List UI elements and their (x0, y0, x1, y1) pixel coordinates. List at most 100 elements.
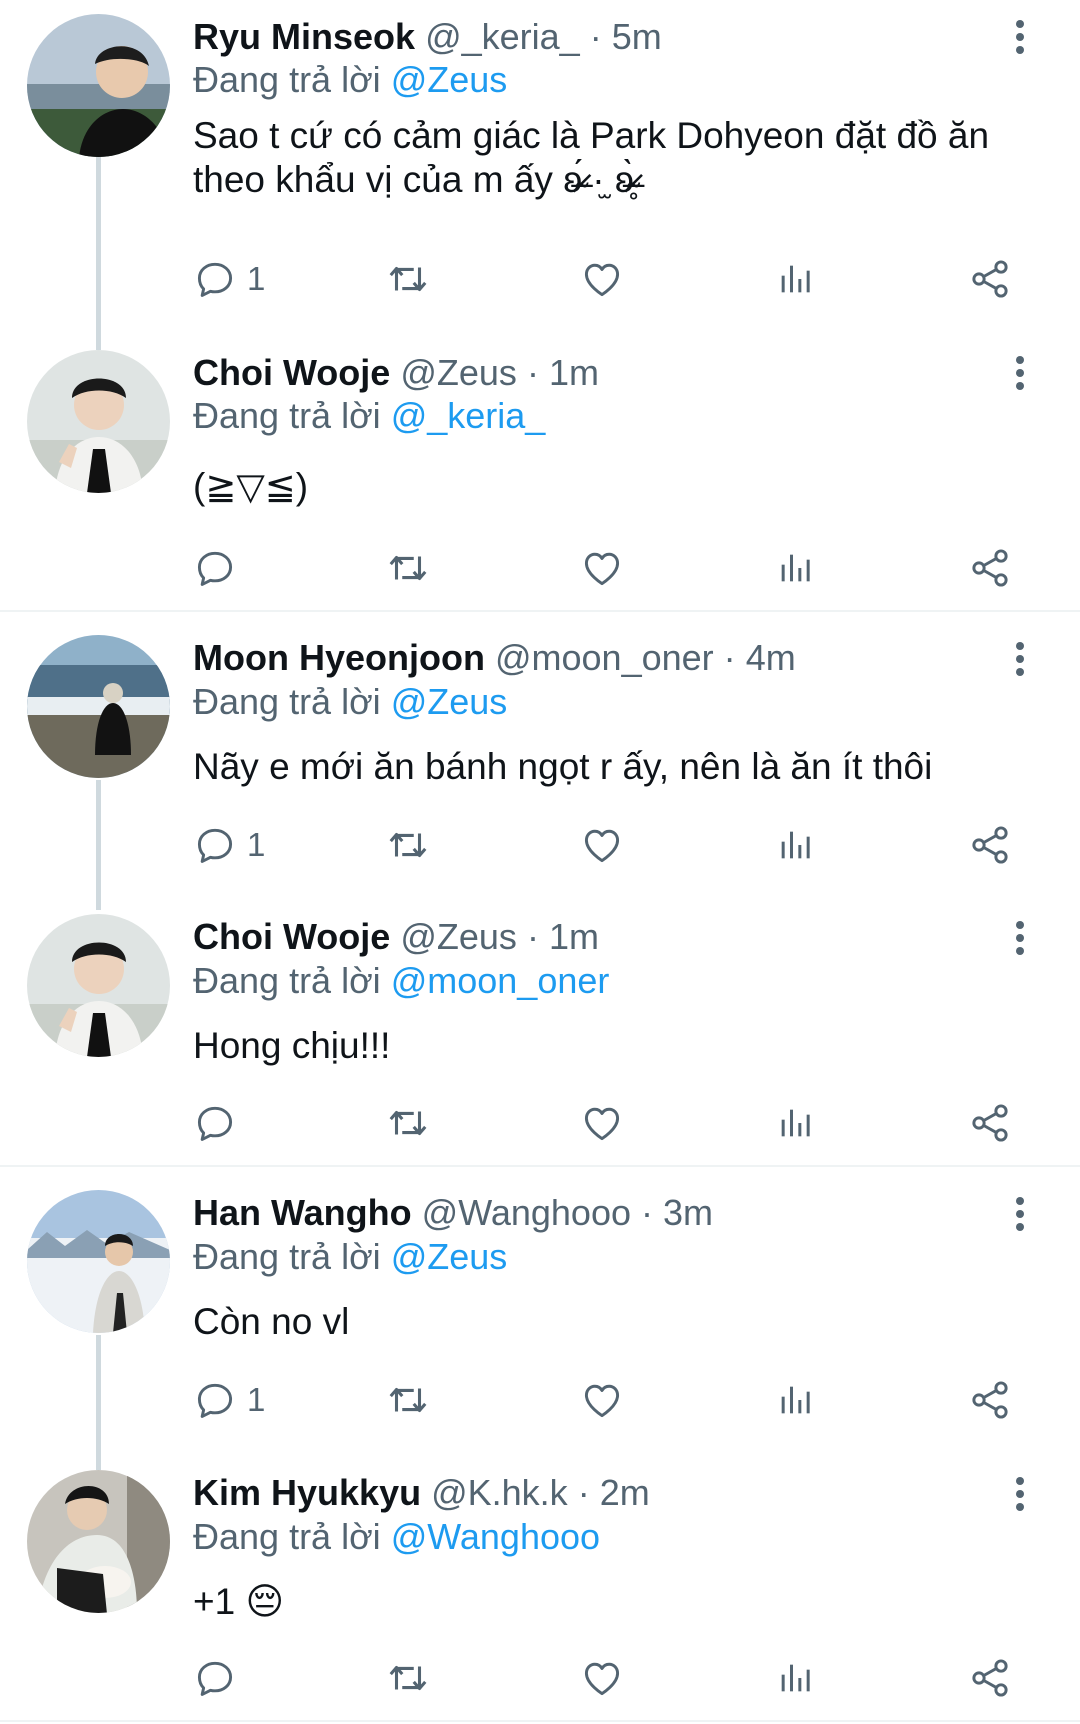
avatar[interactable] (27, 14, 170, 157)
reply-button[interactable] (193, 1653, 247, 1703)
like-button[interactable] (580, 820, 624, 870)
share-button[interactable] (968, 820, 1012, 870)
tweet-actions (0, 543, 1080, 593)
user-handle[interactable]: @K.hk.k (431, 1472, 568, 1513)
more-vertical-icon[interactable] (1010, 921, 1030, 961)
replying-mention[interactable]: @Zeus (391, 1236, 508, 1277)
display-name[interactable]: Han Wangho (193, 1192, 412, 1233)
retweet-button[interactable] (385, 1375, 431, 1425)
tweet-text: Hong chịu!!! (193, 1025, 391, 1066)
replying-mention[interactable]: @moon_oner (391, 960, 610, 1001)
display-name[interactable]: Kim Hyukkyu (193, 1472, 421, 1513)
reply-button[interactable] (193, 1098, 247, 1148)
views-button[interactable] (775, 1653, 815, 1703)
user-handle[interactable]: @Wanghooo (422, 1192, 631, 1233)
avatar[interactable] (27, 914, 170, 1057)
replying-label: Đang trả lời (193, 681, 381, 722)
more-vertical-icon[interactable] (1010, 356, 1030, 396)
like-button[interactable] (580, 1375, 624, 1425)
separator: · (526, 352, 539, 393)
heart-icon (580, 1656, 624, 1700)
avatar[interactable] (27, 350, 170, 493)
views-icon (775, 825, 815, 865)
separator: · (723, 637, 736, 678)
heart-icon (580, 257, 624, 301)
retweet-button[interactable] (385, 254, 431, 304)
replying-mention[interactable]: @Zeus (391, 681, 508, 722)
reply-button[interactable]: 1 (193, 1375, 265, 1425)
timestamp[interactable]: 3m (663, 1192, 713, 1233)
views-icon (775, 548, 815, 588)
retweet-icon (385, 822, 431, 868)
display-name[interactable]: Choi Wooje (193, 352, 390, 393)
tweet-actions (0, 1653, 1080, 1703)
separator: · (526, 916, 539, 957)
thread-connector (96, 150, 101, 350)
retweet-icon (385, 1655, 431, 1701)
heart-icon (580, 546, 624, 590)
user-handle[interactable]: @Zeus (400, 916, 517, 957)
views-button[interactable] (775, 254, 815, 304)
replying-label: Đang trả lời (193, 395, 381, 436)
timestamp[interactable]: 1m (549, 916, 599, 957)
reply-icon (193, 546, 237, 590)
views-button[interactable] (775, 543, 815, 593)
tweet-actions: 1 (0, 820, 1080, 870)
timestamp[interactable]: 5m (612, 16, 662, 57)
retweet-icon (385, 1100, 431, 1146)
user-handle[interactable]: @_keria_ (425, 16, 580, 57)
reply-icon (193, 823, 237, 867)
views-button[interactable] (775, 820, 815, 870)
views-icon (775, 259, 815, 299)
display-name[interactable]: Choi Wooje (193, 916, 390, 957)
replying-mention[interactable]: @Zeus (391, 59, 508, 100)
retweet-icon (385, 1377, 431, 1423)
share-icon (968, 546, 1012, 590)
more-vertical-icon[interactable] (1010, 642, 1030, 682)
reply-button[interactable] (193, 543, 247, 593)
retweet-button[interactable] (385, 1653, 431, 1703)
views-button[interactable] (775, 1098, 815, 1148)
more-vertical-icon[interactable] (1010, 20, 1030, 60)
user-handle[interactable]: @Zeus (400, 352, 517, 393)
reply-count: 1 (247, 826, 266, 863)
share-button[interactable] (968, 1375, 1012, 1425)
share-button[interactable] (968, 1653, 1012, 1703)
tweet-text: (≧▽≦) (193, 466, 309, 507)
retweet-button[interactable] (385, 543, 431, 593)
like-button[interactable] (580, 543, 624, 593)
like-button[interactable] (580, 254, 624, 304)
reply-button[interactable]: 1 (193, 254, 265, 304)
views-button[interactable] (775, 1375, 815, 1425)
replying-mention[interactable]: @Wanghooo (391, 1516, 600, 1557)
share-button[interactable] (968, 254, 1012, 304)
like-button[interactable] (580, 1653, 624, 1703)
retweet-button[interactable] (385, 820, 431, 870)
share-icon (968, 1378, 1012, 1422)
display-name[interactable]: Ryu Minseok (193, 16, 415, 57)
tweet-text: Còn no vl (193, 1301, 350, 1342)
avatar[interactable] (27, 635, 170, 778)
tweet-text: Nãy e mới ăn bánh ngọt r ấy, nên là ăn í… (193, 746, 933, 787)
share-button[interactable] (968, 543, 1012, 593)
avatar[interactable] (27, 1190, 170, 1333)
display-name[interactable]: Moon Hyeonjoon (193, 637, 485, 678)
retweet-button[interactable] (385, 1098, 431, 1148)
like-button[interactable] (580, 1098, 624, 1148)
separator: · (641, 1192, 654, 1233)
timestamp[interactable]: 1m (549, 352, 599, 393)
separator: · (589, 16, 602, 57)
heart-icon (580, 823, 624, 867)
timestamp[interactable]: 2m (600, 1472, 650, 1513)
avatar[interactable] (27, 1470, 170, 1613)
reply-button[interactable]: 1 (193, 820, 265, 870)
separator: · (577, 1472, 590, 1513)
more-vertical-icon[interactable] (1010, 1477, 1030, 1517)
replying-label: Đang trả lời (193, 960, 381, 1001)
replying-mention[interactable]: @_keria_ (391, 395, 546, 436)
views-icon (775, 1103, 815, 1143)
user-handle[interactable]: @moon_oner (495, 637, 714, 678)
more-vertical-icon[interactable] (1010, 1197, 1030, 1237)
timestamp[interactable]: 4m (746, 637, 796, 678)
share-button[interactable] (968, 1098, 1012, 1148)
